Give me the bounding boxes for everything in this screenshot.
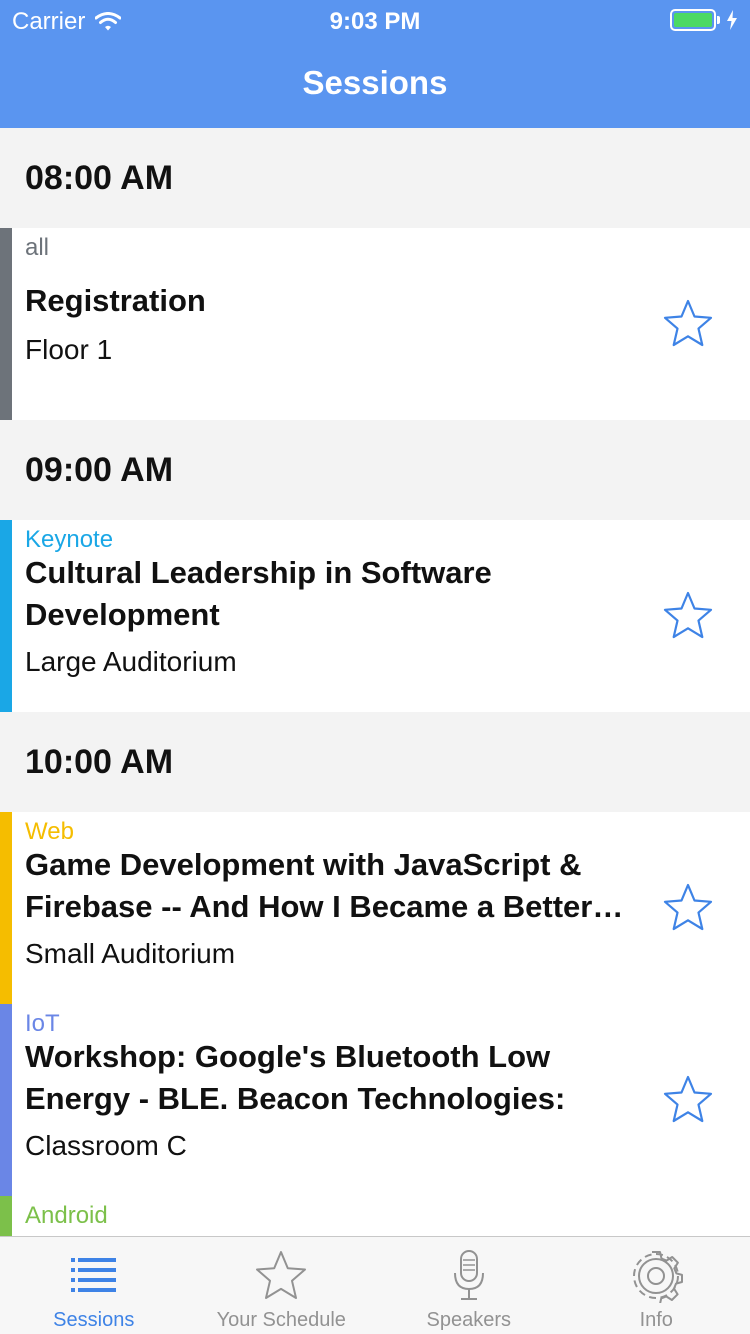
track-color-bar — [0, 1004, 12, 1196]
sessions-list[interactable]: 08:00 AM all Registration Floor 1 09:00 … — [0, 128, 750, 1236]
session-title: Registration — [25, 283, 206, 318]
session-room: Classroom C — [25, 1130, 187, 1161]
track-color-bar — [0, 520, 12, 712]
session-track: Android — [25, 1202, 108, 1229]
star-icon[interactable] — [662, 882, 714, 934]
session-room: Floor 1 — [25, 334, 113, 365]
tab-bar: Sessions Your Schedule Speakers Info — [0, 1236, 750, 1334]
time-section-header: 09:00 AM — [0, 420, 750, 520]
tab-sessions[interactable]: Sessions — [0, 1237, 188, 1334]
app-screen: Carrier 9:03 PM Sessions 08:00 AM all Re… — [0, 0, 750, 1334]
star-icon[interactable] — [662, 590, 714, 642]
star-icon — [256, 1251, 307, 1299]
session-room: Small Auditorium — [25, 938, 236, 969]
tab-label: Speakers — [426, 1309, 512, 1331]
tab-speakers[interactable]: Speakers — [375, 1237, 563, 1334]
session-row[interactable]: all Registration Floor 1 — [0, 228, 750, 420]
session-title: Cultural Leadership in Software Developm… — [25, 555, 492, 632]
session-title: Workshop: Google's Bluetooth Low Energy … — [25, 1039, 566, 1116]
charging-bolt-icon — [727, 10, 737, 30]
tab-info[interactable]: Info — [563, 1237, 750, 1334]
tab-label: Sessions — [53, 1309, 135, 1331]
session-row[interactable]: IoT Workshop: Google's Bluetooth Low Ene… — [0, 1004, 750, 1196]
battery-indicator — [670, 9, 738, 31]
track-color-bar — [0, 1196, 12, 1236]
status-bar: Carrier 9:03 PM — [0, 0, 750, 40]
battery-icon — [670, 9, 716, 31]
session-track: IoT — [25, 1010, 60, 1037]
page-title: Sessions — [302, 64, 448, 101]
tab-your-schedule[interactable]: Your Schedule — [188, 1237, 376, 1334]
session-row[interactable]: Keynote Cultural Leadership in Software … — [0, 520, 750, 712]
track-color-bar — [0, 228, 12, 420]
list-icon — [70, 1258, 116, 1292]
session-track: all — [25, 234, 50, 261]
status-time: 9:03 PM — [329, 8, 421, 35]
session-row[interactable]: Android — [0, 1196, 750, 1236]
session-track: Web — [25, 818, 74, 845]
star-icon[interactable] — [662, 1074, 714, 1126]
session-row[interactable]: Web Game Development with JavaScript & F… — [0, 812, 750, 1004]
tab-label: Info — [639, 1309, 673, 1331]
microphone-icon — [453, 1250, 484, 1300]
session-title: Game Development with JavaScript & Fireb… — [25, 847, 624, 924]
track-color-bar — [0, 812, 12, 1004]
header: Carrier 9:03 PM Sessions — [0, 0, 750, 128]
time-section-header: 08:00 AM — [0, 128, 750, 228]
session-track: Keynote — [25, 526, 114, 553]
tab-label: Your Schedule — [216, 1309, 346, 1331]
gear-icon — [633, 1251, 684, 1303]
star-icon[interactable] — [662, 298, 714, 350]
time-section-header: 10:00 AM — [0, 712, 750, 812]
session-room: Large Auditorium — [25, 646, 237, 677]
